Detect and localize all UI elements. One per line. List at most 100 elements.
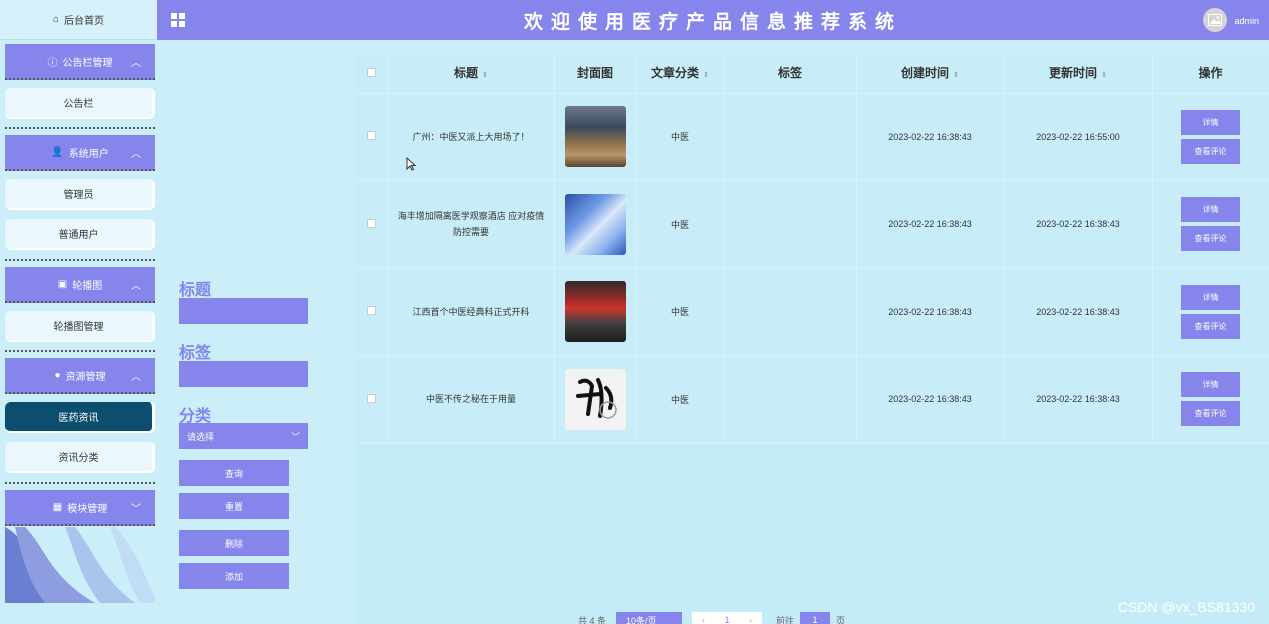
row-actions: 详情 查看评论 <box>1152 355 1269 444</box>
row-checkbox[interactable] <box>366 218 376 228</box>
page-number[interactable]: 1 <box>725 615 730 624</box>
sidebar-item-label: 医药资讯 <box>58 413 99 424</box>
view-comments-button[interactable]: 查看评论 <box>1181 226 1240 252</box>
chevron-down-icon: ﹀ <box>131 503 141 515</box>
table-row: 中医不传之秘在于用量 中医 2023-02-22 16:38:43 2023-0… <box>355 355 1269 444</box>
sidebar-item-news-category[interactable]: 资讯分类 <box>5 442 155 473</box>
tag-label: 标签 <box>179 345 212 362</box>
view-comments-button[interactable]: 查看评论 <box>1181 313 1240 339</box>
row-created: 2023-02-22 16:38:43 <box>856 268 1005 356</box>
column-actions-label: 操作 <box>1198 66 1223 81</box>
sidebar-group-label: 系统用户 <box>68 148 109 160</box>
picture-icon: ▣ <box>57 278 68 290</box>
tag-input[interactable] <box>179 361 308 387</box>
chevron-up-icon: ︿ <box>131 280 141 292</box>
category-select[interactable]: 请选择 ﹀ <box>179 423 308 449</box>
row-tag <box>724 355 857 444</box>
sidebar-item-label: 公告栏 <box>63 99 94 110</box>
sidebar-item-label: 轮播图管理 <box>53 322 104 333</box>
sort-icon[interactable]: ⇕ <box>703 72 709 79</box>
row-title: 中医不传之秘在于用量 <box>388 355 555 444</box>
column-category[interactable]: 文章分类 ⇕ <box>636 53 725 94</box>
sidebar-item-carousel[interactable]: 轮播图管理 <box>5 311 155 342</box>
row-cover <box>554 93 637 181</box>
query-button[interactable]: 查询 <box>179 460 289 486</box>
column-tag-label: 标签 <box>777 66 802 81</box>
sort-icon[interactable]: ⇕ <box>953 72 959 79</box>
sidebar-item-notice[interactable]: 公告栏 <box>5 88 155 119</box>
row-checkbox[interactable] <box>366 393 376 403</box>
row-created: 2023-02-22 16:38:43 <box>856 180 1005 269</box>
detail-button[interactable]: 详情 <box>1181 372 1240 398</box>
sidebar-group-carousel[interactable]: ▣ 轮播图 ︿ <box>5 267 155 303</box>
sidebar-item-medical-news[interactable]: 医药资讯 <box>5 402 155 433</box>
cover-image <box>564 193 626 255</box>
sidebar-group-modules[interactable]: ▦ 模块管理 ﹀ <box>5 490 155 526</box>
chevron-up-icon: ︿ <box>131 57 141 69</box>
row-tag <box>724 268 857 356</box>
sidebar-group-users[interactable]: 👤 系统用户 ︿ <box>5 135 155 171</box>
pagination-total: 共 4 条 <box>578 615 607 624</box>
sidebar-group-label: 轮播图 <box>72 280 103 292</box>
next-page-icon[interactable]: › <box>749 615 752 624</box>
title-input[interactable] <box>179 298 308 324</box>
sidebar-item-users[interactable]: 普通用户 <box>5 219 155 250</box>
column-title[interactable]: 标题 ⇕ <box>388 53 555 94</box>
table-row: 海丰增加隔离医学观察酒店 应对疫情防控需要 中医 2023-02-22 16:3… <box>355 180 1269 269</box>
column-created-label: 创建时间 <box>901 66 950 81</box>
row-created: 2023-02-22 16:38:43 <box>856 93 1005 181</box>
reset-button[interactable]: 重置 <box>179 493 289 519</box>
goto-input[interactable]: 1 <box>800 612 831 624</box>
sidebar: ⌂ 后台首页 ⓘ 公告栏管理 ︿ 公告栏 👤 系统用户 ︿ 管理员 普通用户 ▣… <box>0 0 157 624</box>
row-select-cell <box>355 180 389 269</box>
sidebar-group-resources[interactable]: ● 资源管理 ︿ <box>5 358 155 394</box>
row-category: 中医 <box>636 180 725 269</box>
table-row: 广州：中医又派上大用场了！ 中医 2023-02-22 16:38:43 202… <box>355 93 1269 181</box>
delete-button[interactable]: 删除 <box>179 530 289 556</box>
prev-page-icon[interactable]: ‹ <box>702 615 705 624</box>
sidebar-group-label: 模块管理 <box>67 503 108 515</box>
row-title: 海丰增加隔离医学观察酒店 应对疫情防控需要 <box>388 180 555 269</box>
sidebar-home[interactable]: ⌂ 后台首页 <box>0 0 157 40</box>
goto-label: 前往 <box>776 615 795 624</box>
page-size-select[interactable]: 10条/页 <box>616 612 683 624</box>
sort-icon[interactable]: ⇕ <box>482 72 488 79</box>
column-tag: 标签 <box>724 53 857 94</box>
username[interactable]: admin <box>1234 16 1259 26</box>
chevron-up-icon: ︿ <box>131 371 141 383</box>
row-checkbox[interactable] <box>366 306 376 316</box>
column-updated[interactable]: 更新时间 ⇕ <box>1004 53 1153 94</box>
row-select-cell <box>355 355 389 444</box>
sort-icon[interactable]: ⇕ <box>1101 72 1107 79</box>
column-created[interactable]: 创建时间 ⇕ <box>856 53 1005 94</box>
sidebar-home-label: 后台首页 <box>64 16 105 27</box>
row-checkbox[interactable] <box>366 131 376 141</box>
row-cover <box>554 355 637 444</box>
view-comments-button[interactable]: 查看评论 <box>1181 401 1240 427</box>
add-button[interactable]: 添加 <box>179 563 289 589</box>
detail-button[interactable]: 详情 <box>1181 197 1240 223</box>
avatar[interactable] <box>1203 8 1227 32</box>
watermark: CSDN @vx_BS81330 <box>1117 599 1255 615</box>
decorative-wave <box>5 527 155 603</box>
sidebar-group-notice[interactable]: ⓘ 公告栏管理 ︿ <box>5 44 155 80</box>
bulb-icon: ● <box>54 369 61 381</box>
row-tag <box>724 93 857 181</box>
row-updated: 2023-02-22 16:55:00 <box>1004 93 1153 181</box>
row-actions: 详情 查看评论 <box>1152 180 1269 269</box>
sidebar-item-label: 普通用户 <box>58 230 99 241</box>
select-all-checkbox[interactable] <box>366 67 376 77</box>
info-icon: ⓘ <box>47 57 58 69</box>
detail-button[interactable]: 详情 <box>1181 109 1240 135</box>
pagination: 共 4 条 10条/页 ‹ 1 › 前往 1 页 <box>578 612 845 624</box>
divider <box>5 127 155 129</box>
view-comments-button[interactable]: 查看评论 <box>1181 138 1240 164</box>
column-actions: 操作 <box>1152 53 1269 94</box>
row-actions: 详情 查看评论 <box>1152 268 1269 356</box>
detail-button[interactable]: 详情 <box>1181 284 1240 310</box>
column-category-label: 文章分类 <box>651 66 700 81</box>
page-title: 欢迎使用医疗产品信息推荐系统 <box>523 11 902 33</box>
title-label: 标题 <box>179 282 212 299</box>
data-table: 标题 ⇕ 封面图 文章分类 ⇕ 标签 创建时间 ⇕ 更新时间 ⇕ 操作 广州：中医又派上… <box>355 53 1269 624</box>
sidebar-item-admin[interactable]: 管理员 <box>5 179 155 210</box>
